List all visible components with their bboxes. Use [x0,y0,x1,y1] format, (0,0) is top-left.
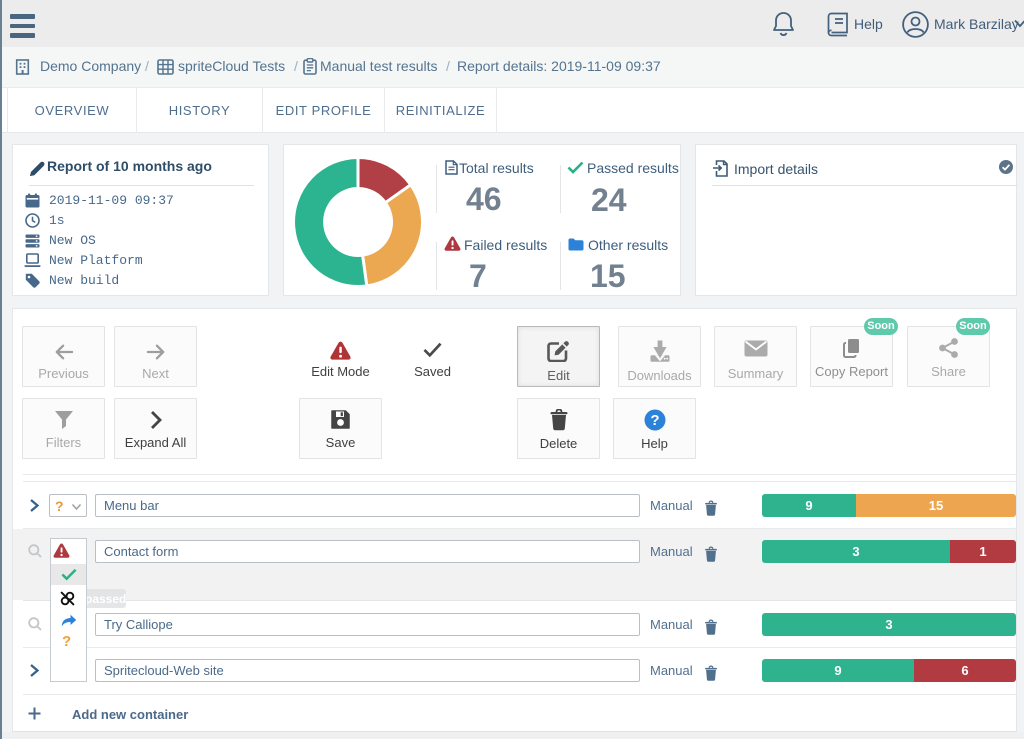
svg-text:?: ? [650,412,659,429]
